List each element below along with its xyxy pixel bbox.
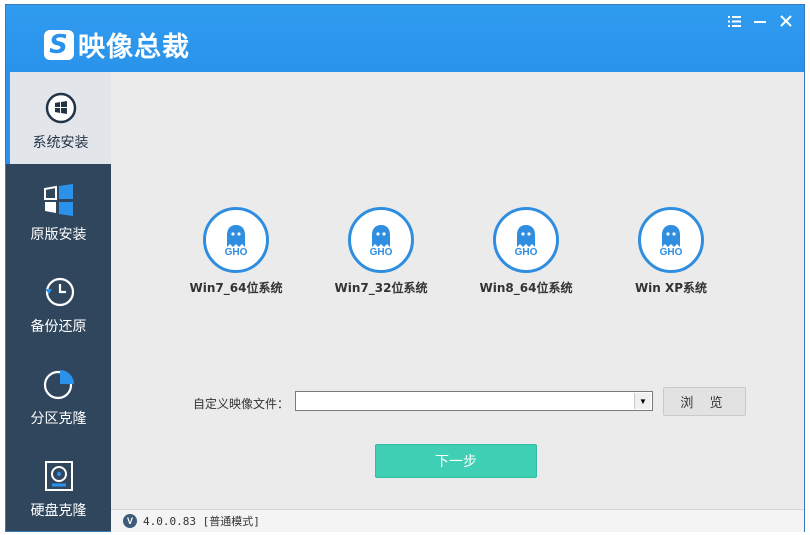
sidebar-item-system-install[interactable]: 系统安装 xyxy=(6,72,111,164)
system-option-label: Win XP系统 xyxy=(634,281,708,295)
system-option-label: Win8_64位系统 xyxy=(479,281,573,295)
sidebar-item-label: 系统安装 xyxy=(32,135,89,151)
app-logo: S 映像总裁 xyxy=(44,25,190,64)
system-option-label: Win7_32位系统 xyxy=(334,281,428,295)
sidebar-item-disk-clone[interactable]: 硬盘克隆 xyxy=(6,440,111,532)
sidebar-item-label: 原版安装 xyxy=(30,227,87,243)
sidebar-item-label: 分区克隆 xyxy=(30,411,87,427)
gho-label: GHO xyxy=(659,246,683,258)
version-icon: V xyxy=(123,514,137,528)
ghost-gho-icon: GHO xyxy=(493,207,559,273)
app-title: 映像总裁 xyxy=(78,32,190,63)
menu-icon[interactable] xyxy=(726,13,742,29)
ghost-gho-icon: GHO xyxy=(348,207,414,273)
custom-image-input[interactable] xyxy=(296,392,640,410)
custom-image-label: 自定义映像文件： xyxy=(193,397,290,411)
system-option-winxp[interactable]: GHO Win XP系统 xyxy=(616,207,726,296)
history-clock-icon xyxy=(42,274,76,310)
title-bar[interactable]: S 映像总裁 xyxy=(6,5,804,72)
system-option-win7-32[interactable]: GHO Win7_32位系统 xyxy=(326,207,436,296)
status-bar: V 4.0.0.83 [普通模式] xyxy=(111,509,804,532)
browse-button[interactable]: 浏 览 xyxy=(663,387,746,416)
main-panel: GHO Win7_64位系统 GHO Win7_32位系统 GHO Win8_6… xyxy=(111,72,804,509)
gho-label: GHO xyxy=(514,246,538,258)
chevron-down-icon[interactable]: ▼ xyxy=(634,393,651,409)
sidebar: 系统安装 原版安装 备份还原 分区克隆 硬盘克隆 xyxy=(6,72,111,531)
minimize-icon[interactable] xyxy=(752,13,768,29)
sidebar-item-partition-clone[interactable]: 分区克隆 xyxy=(6,348,111,440)
sidebar-item-backup-restore[interactable]: 备份还原 xyxy=(6,256,111,348)
app-window: S 映像总裁 系统安装 原版安装 备份还原 分区克隆 硬盘克隆 GHO Win7… xyxy=(5,4,805,532)
logo-s-icon: S xyxy=(44,29,74,60)
close-icon[interactable] xyxy=(778,13,794,29)
gho-label: GHO xyxy=(224,246,248,258)
custom-image-combobox[interactable]: ▼ xyxy=(295,391,653,411)
system-option-label: Win7_64位系统 xyxy=(189,281,283,295)
version-text: 4.0.0.83 [普通模式] xyxy=(143,515,260,528)
next-step-button[interactable]: 下一步 xyxy=(375,444,537,478)
system-option-win7-64[interactable]: GHO Win7_64位系统 xyxy=(181,207,291,296)
hard-disk-icon xyxy=(44,458,74,494)
windows-logo-icon xyxy=(43,182,75,218)
ghost-gho-icon: GHO xyxy=(638,207,704,273)
windows-circle-icon xyxy=(45,90,77,126)
system-option-win8-64[interactable]: GHO Win8_64位系统 xyxy=(471,207,581,296)
sidebar-item-original-install[interactable]: 原版安装 xyxy=(6,164,111,256)
pie-chart-icon xyxy=(43,366,75,402)
gho-label: GHO xyxy=(369,246,393,258)
ghost-gho-icon: GHO xyxy=(203,207,269,273)
sidebar-item-label: 硬盘克隆 xyxy=(30,503,87,519)
sidebar-item-label: 备份还原 xyxy=(30,319,87,335)
window-controls xyxy=(726,13,794,29)
